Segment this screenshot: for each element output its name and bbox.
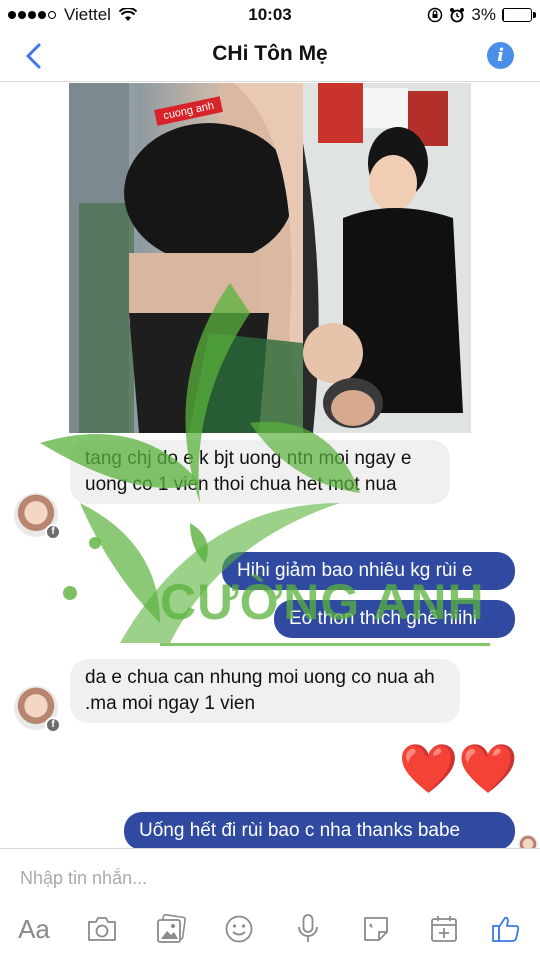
info-icon: i	[497, 45, 504, 66]
battery-icon	[502, 8, 536, 22]
message-list[interactable]: cuong anh f tang chj do e k bjt uong ntn…	[0, 83, 540, 848]
message-bubble-incoming[interactable]: tang chj do e k bjt uong ntn moi ngay e …	[70, 440, 450, 504]
camera-button[interactable]	[82, 909, 122, 949]
read-receipt-avatar	[518, 835, 538, 848]
sticker-button[interactable]	[356, 909, 396, 949]
photo-after-illustration	[303, 83, 471, 433]
conversation-header: CHi Tôn Mẹ i	[0, 30, 540, 82]
emoji-button[interactable]	[219, 909, 259, 949]
status-right: 3%	[427, 5, 536, 25]
photo-attachment[interactable]: cuong anh	[69, 83, 471, 433]
heart-emoji-message[interactable]: ❤️❤️	[398, 745, 518, 795]
voice-button[interactable]	[288, 909, 328, 949]
gallery-button[interactable]	[151, 909, 191, 949]
emoji-icon	[225, 915, 253, 943]
message-composer: Aa	[0, 848, 540, 960]
back-button[interactable]	[20, 40, 50, 72]
microphone-icon	[298, 914, 318, 942]
message-bubble-incoming[interactable]: da e chua can nhung moi uong co nua ah .…	[70, 659, 460, 723]
status-bar: Viettel 10:03 3%	[0, 0, 540, 30]
alarm-icon	[450, 8, 465, 23]
like-button[interactable]	[486, 909, 526, 949]
like-icon	[492, 916, 520, 942]
gallery-icon	[157, 914, 186, 943]
calendar-plus-icon	[431, 916, 457, 942]
aa-icon: Aa	[18, 913, 50, 944]
facebook-badge-icon: f	[45, 524, 61, 540]
message-bubble-outgoing[interactable]: Eo thon thích ghê hiihi	[274, 600, 515, 638]
sticker-icon	[364, 917, 388, 941]
rotation-lock-icon	[428, 7, 443, 23]
battery-percent: 3%	[471, 5, 496, 24]
message-bubble-outgoing[interactable]: Uống hết đi rùi bao c nha thanks babe	[124, 812, 515, 848]
chevron-left-icon	[26, 43, 41, 69]
composer-toolbar: Aa	[0, 909, 540, 949]
facebook-badge-icon: f	[45, 717, 61, 733]
photo-before: cuong anh	[69, 83, 303, 433]
photo-before-illustration	[69, 83, 303, 433]
message-bubble-outgoing[interactable]: Hihi giảm bao nhiêu kg rùi e	[222, 552, 515, 590]
camera-icon	[88, 917, 116, 941]
text-format-button[interactable]: Aa	[14, 909, 54, 949]
message-input[interactable]	[20, 861, 520, 895]
conversation-title: CHi Tôn Mẹ	[212, 42, 328, 65]
schedule-button[interactable]	[424, 909, 464, 949]
photo-after	[303, 83, 471, 433]
battery-level	[503, 9, 504, 21]
info-button[interactable]: i	[487, 42, 514, 69]
